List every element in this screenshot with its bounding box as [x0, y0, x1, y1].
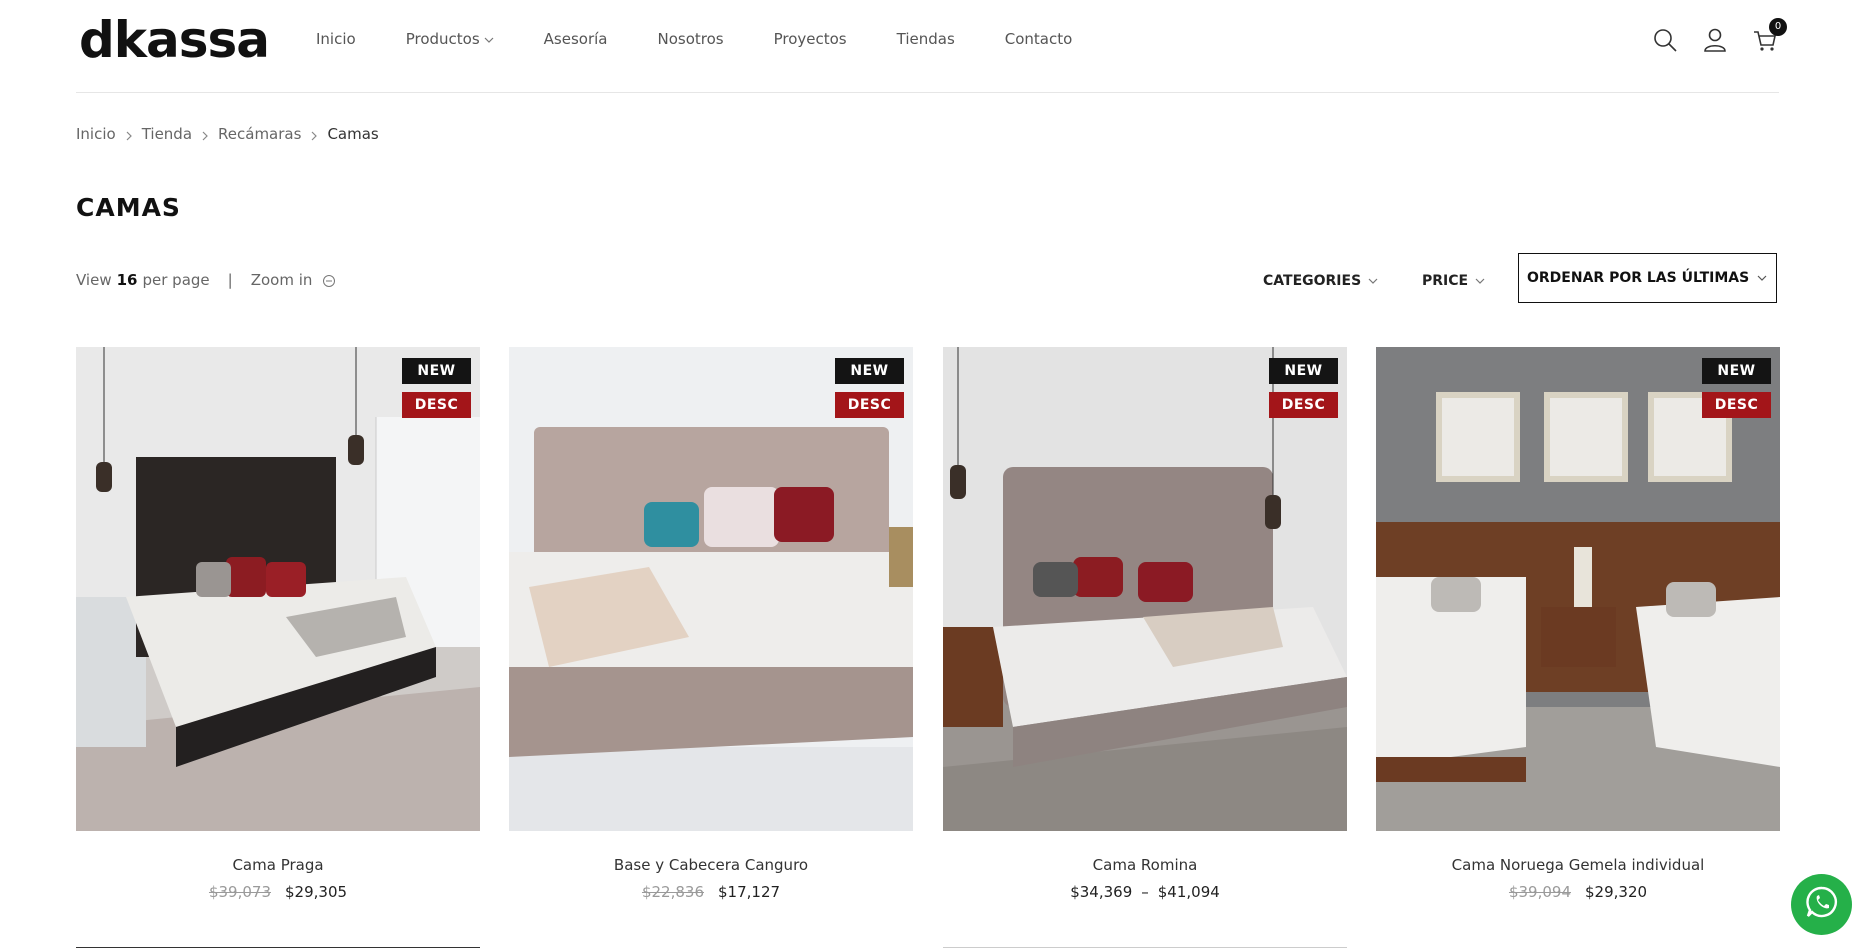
price-range-separator: –: [1141, 883, 1149, 901]
chevron-down-icon: [1368, 273, 1378, 289]
product-card: NEW DESC Base y Cabecera Canguro $22,836…: [509, 347, 913, 901]
whatsapp-button[interactable]: [1791, 874, 1852, 935]
new-badge: NEW: [1702, 358, 1771, 384]
product-price: $39,094 $29,320: [1376, 883, 1780, 901]
chevron-right-icon: [201, 128, 209, 141]
price-max: $41,094: [1157, 883, 1220, 901]
discount-badge: DESC: [1702, 392, 1771, 418]
breadcrumb: Inicio Tienda Recámaras Camas: [76, 125, 379, 143]
zoom-in-toggle[interactable]: Zoom in: [251, 271, 336, 289]
view-label: View: [76, 271, 112, 289]
product-name[interactable]: Base y Cabecera Canguro: [509, 856, 913, 874]
product-name[interactable]: Cama Romina: [943, 856, 1347, 874]
cart-icon[interactable]: 0: [1751, 18, 1787, 54]
nav-item-asesoria[interactable]: Asesoría: [544, 30, 608, 48]
new-badge: NEW: [402, 358, 471, 384]
nav-item-label: Tiendas: [896, 30, 955, 48]
per-page-label: per page: [142, 271, 210, 289]
product-image[interactable]: NEW DESC: [943, 347, 1347, 831]
old-price: $39,094: [1508, 883, 1571, 901]
price-filter-label: PRICE: [1422, 273, 1469, 289]
logo[interactable]: dkassa: [79, 10, 270, 70]
site-header: dkassa Inicio Productos Asesoría Nosotro…: [76, 0, 1787, 93]
nav-item-label: Proyectos: [773, 30, 847, 48]
zoom-in-label: Zoom in: [250, 271, 313, 289]
sale-price: $29,305: [285, 883, 348, 901]
nav-item-tiendas[interactable]: Tiendas: [897, 30, 955, 48]
sale-price: $29,320: [1585, 883, 1648, 901]
breadcrumb-recamaras[interactable]: Recámaras: [218, 125, 301, 143]
price-min: $34,369: [1070, 883, 1133, 901]
discount-badge: DESC: [835, 392, 904, 418]
product-price: $34,369– $41,094: [943, 883, 1347, 901]
nav-item-nosotros[interactable]: Nosotros: [657, 30, 723, 48]
nav-item-proyectos[interactable]: Proyectos: [774, 30, 847, 48]
product-card: NEW DESC Cama Romina $34,369– $41,094: [943, 347, 1347, 901]
nav-item-label: Contacto: [1004, 30, 1073, 48]
product-name[interactable]: Cama Praga: [76, 856, 480, 874]
user-icon[interactable]: [1701, 26, 1729, 54]
nav-item-label: Nosotros: [657, 30, 724, 48]
old-price: $39,073: [208, 883, 271, 901]
product-card: NEW DESC Cama Noruega Gemela individual …: [1376, 347, 1780, 901]
page-title: CAMAS: [76, 193, 181, 222]
breadcrumb-tienda[interactable]: Tienda: [142, 125, 192, 143]
breadcrumb-inicio[interactable]: Inicio: [76, 125, 116, 143]
nav-item-label: Productos: [405, 30, 480, 48]
categories-filter[interactable]: CATEGORIES: [1263, 273, 1378, 289]
categories-filter-label: CATEGORIES: [1263, 273, 1362, 289]
search-icon[interactable]: [1651, 26, 1679, 54]
header-icons: 0: [1629, 18, 1787, 54]
zoom-in-icon: [322, 274, 336, 288]
cart-count-badge: 0: [1769, 18, 1787, 36]
product-name[interactable]: Cama Noruega Gemela individual: [1376, 856, 1780, 874]
old-price: $22,836: [641, 883, 704, 901]
product-card: NEW DESC Cama Praga $39,073 $29,305: [76, 347, 480, 901]
toolbar-divider: |: [227, 271, 233, 289]
per-page-count[interactable]: 16: [117, 271, 138, 289]
product-price: $39,073 $29,305: [76, 883, 480, 901]
product-image[interactable]: NEW DESC: [509, 347, 913, 831]
chevron-right-icon: [125, 128, 133, 141]
discount-badge: DESC: [1269, 392, 1338, 418]
nav-item-label: Inicio: [316, 30, 356, 48]
nav-item-label: Asesoría: [543, 30, 608, 48]
nav-item-productos[interactable]: Productos: [406, 30, 494, 48]
breadcrumb-camas: Camas: [327, 125, 379, 143]
sort-select[interactable]: ORDENAR POR LAS ÚLTIMAS: [1518, 253, 1777, 303]
chevron-right-icon: [310, 128, 318, 141]
new-badge: NEW: [1269, 358, 1338, 384]
product-image[interactable]: NEW DESC: [1376, 347, 1780, 831]
product-price: $22,836 $17,127: [509, 883, 913, 901]
chevron-down-icon: [1757, 270, 1767, 286]
main-nav: Inicio Productos Asesoría Nosotros Proye…: [316, 30, 1122, 48]
view-controls: View 16 per page | Zoom in: [76, 271, 336, 289]
new-badge: NEW: [835, 358, 904, 384]
sale-price: $17,127: [718, 883, 781, 901]
product-image[interactable]: NEW DESC: [76, 347, 480, 831]
nav-item-contacto[interactable]: Contacto: [1005, 30, 1073, 48]
sort-select-label: ORDENAR POR LAS ÚLTIMAS: [1527, 270, 1750, 286]
chevron-down-icon: [1475, 273, 1485, 289]
nav-item-inicio[interactable]: Inicio: [316, 30, 356, 48]
chevron-down-icon: [484, 30, 494, 48]
whatsapp-icon: [1804, 884, 1840, 925]
discount-badge: DESC: [402, 392, 471, 418]
price-filter[interactable]: PRICE: [1422, 273, 1485, 289]
